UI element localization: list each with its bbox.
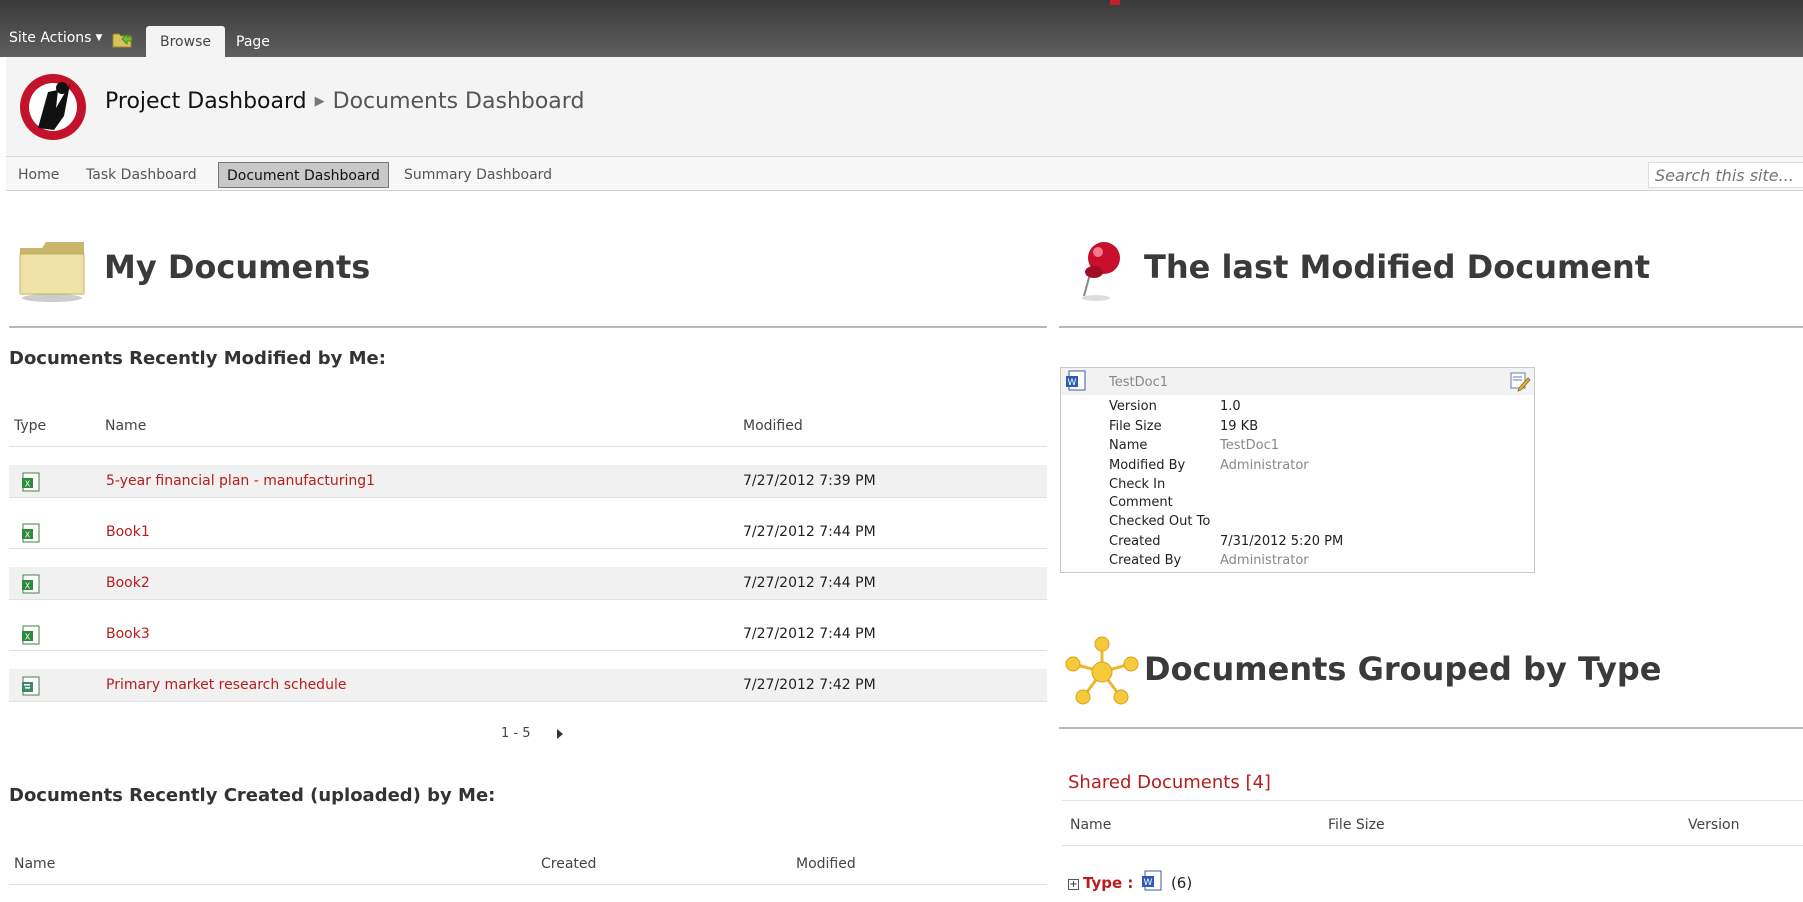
- edit-properties-icon[interactable]: [1509, 370, 1531, 392]
- svg-text:X: X: [25, 633, 31, 642]
- property-value: 7/31/2012 5:20 PM: [1220, 534, 1344, 549]
- property-label: File Size: [1109, 419, 1162, 434]
- divider: [1059, 326, 1803, 328]
- column-header-modified[interactable]: Modified: [796, 856, 856, 872]
- excel-icon: X: [22, 625, 40, 645]
- properties-document-title: TestDoc1: [1109, 375, 1168, 390]
- excel-icon: X: [22, 472, 40, 492]
- grouped-title: Documents Grouped by Type: [1144, 650, 1662, 688]
- breadcrumb-current: Documents Dashboard: [332, 89, 585, 114]
- project-icon: [22, 676, 40, 696]
- site-actions-label: Site Actions: [9, 30, 92, 46]
- word-document-icon: W: [1142, 870, 1162, 891]
- table-row[interactable]: X Book2 7/27/2012 7:44 PM: [9, 567, 1047, 600]
- pager-range: 1 - 5: [501, 726, 531, 741]
- nav-item-task-dashboard[interactable]: Task Dashboard: [78, 162, 205, 188]
- property-value: TestDoc1: [1220, 438, 1279, 453]
- document-link[interactable]: Book1: [106, 524, 150, 540]
- recent-modified-heading: Documents Recently Modified by Me:: [9, 348, 386, 369]
- column-header-version[interactable]: Version: [1688, 817, 1739, 833]
- column-header-created[interactable]: Created: [541, 856, 596, 872]
- expand-icon[interactable]: +: [1068, 879, 1079, 890]
- svg-text:X: X: [25, 531, 31, 540]
- divider: [1062, 845, 1803, 846]
- tab-browse[interactable]: Browse: [146, 26, 225, 57]
- property-label: Version: [1109, 399, 1157, 414]
- document-link[interactable]: Primary market research schedule: [106, 677, 346, 693]
- group-count: (6): [1170, 874, 1193, 892]
- column-header-file-size[interactable]: File Size: [1328, 817, 1385, 833]
- property-label: Checked Out To: [1109, 514, 1211, 529]
- folder-navigate-icon[interactable]: [112, 30, 134, 48]
- breadcrumb: Project Dashboard ▶ Documents Dashboard: [105, 89, 584, 114]
- nav-item-document-dashboard[interactable]: Document Dashboard: [218, 162, 389, 188]
- property-value: Administrator: [1220, 553, 1309, 568]
- column-header-type[interactable]: Type: [14, 418, 46, 434]
- divider: [9, 884, 1047, 885]
- next-page-icon[interactable]: [554, 727, 566, 741]
- tab-page[interactable]: Page: [222, 26, 284, 57]
- modified-date: 7/27/2012 7:44 PM: [743, 626, 876, 642]
- divider: [1062, 800, 1803, 801]
- top-navigation: Home Task Dashboard Document Dashboard S…: [6, 157, 1803, 191]
- property-label: Name: [1109, 438, 1148, 453]
- divider: [9, 326, 1047, 328]
- table-row[interactable]: Primary market research schedule 7/27/20…: [9, 669, 1047, 702]
- property-label: Created By: [1109, 553, 1182, 568]
- excel-icon: X: [22, 574, 40, 594]
- property-value: 19 KB: [1220, 419, 1259, 434]
- ribbon-accent-mark: [1110, 0, 1120, 5]
- divider: [1059, 727, 1803, 729]
- property-value: 1.0: [1220, 399, 1241, 414]
- svg-text:X: X: [25, 582, 31, 591]
- column-header-modified[interactable]: Modified: [743, 418, 803, 434]
- title-area: Project Dashboard ▶ Documents Dashboard: [6, 57, 1803, 157]
- document-properties-panel: W TestDoc1 Version 1.0 File Size 19 KB Nam…: [1060, 367, 1535, 573]
- table-row[interactable]: X 5-year financial plan - manufacturing1…: [9, 465, 1047, 498]
- property-label: Comment: [1109, 495, 1173, 510]
- word-document-icon[interactable]: W: [1065, 370, 1087, 392]
- modified-date: 7/27/2012 7:44 PM: [743, 524, 876, 540]
- document-link[interactable]: Book3: [106, 626, 150, 642]
- recent-created-heading: Documents Recently Created (uploaded) by…: [9, 785, 496, 806]
- document-link[interactable]: Book2: [106, 575, 150, 591]
- group-type-label: Type :: [1083, 874, 1134, 892]
- svg-text:W: W: [1144, 878, 1153, 888]
- site-actions-menu[interactable]: Site Actions ▼: [9, 30, 102, 46]
- group-row: + Type : W (6): [1068, 870, 1192, 892]
- column-header-name[interactable]: Name: [1070, 817, 1111, 833]
- shared-documents-link[interactable]: Shared Documents [4]: [1068, 772, 1271, 793]
- breadcrumb-root-link[interactable]: Project Dashboard: [105, 89, 307, 114]
- property-label: Check In: [1109, 477, 1166, 492]
- property-label: Modified By: [1109, 458, 1186, 473]
- nav-item-summary-dashboard[interactable]: Summary Dashboard: [396, 162, 560, 188]
- nav-item-home[interactable]: Home: [10, 162, 67, 188]
- table-row[interactable]: X Book1 7/27/2012 7:44 PM: [9, 516, 1047, 549]
- ribbon-bar: Site Actions ▼ Browse Page: [0, 0, 1803, 57]
- breadcrumb-separator-icon: ▶: [314, 94, 325, 109]
- folder-icon: [19, 242, 85, 302]
- search-input[interactable]: [1648, 162, 1803, 188]
- column-header-name[interactable]: Name: [14, 856, 55, 872]
- svg-text:X: X: [25, 480, 31, 489]
- svg-text:W: W: [1068, 378, 1077, 388]
- table-row[interactable]: X Book3 7/27/2012 7:44 PM: [9, 618, 1047, 651]
- last-modified-title: The last Modified Document: [1144, 248, 1651, 286]
- document-link[interactable]: 5-year financial plan - manufacturing1: [106, 473, 375, 489]
- modified-date: 7/27/2012 7:42 PM: [743, 677, 876, 693]
- site-logo-icon[interactable]: [18, 72, 88, 142]
- pushpin-icon: [1082, 242, 1120, 301]
- property-label: Created: [1109, 534, 1161, 549]
- my-documents-title: My Documents: [104, 248, 371, 286]
- excel-icon: X: [22, 523, 40, 543]
- modified-date: 7/27/2012 7:39 PM: [743, 473, 876, 489]
- property-value: Administrator: [1220, 458, 1309, 473]
- divider: [9, 446, 1047, 447]
- chevron-down-icon: ▼: [95, 33, 103, 43]
- column-header-name[interactable]: Name: [105, 418, 146, 434]
- modified-date: 7/27/2012 7:44 PM: [743, 575, 876, 591]
- network-nodes-icon: [1065, 636, 1139, 705]
